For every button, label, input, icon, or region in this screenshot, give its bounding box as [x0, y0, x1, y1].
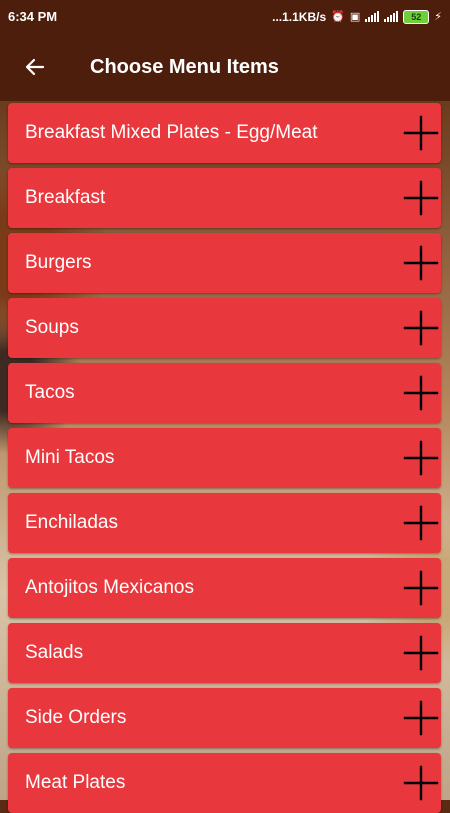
menu-category-label: Tacos [25, 382, 75, 403]
signal-4g-icon [365, 11, 380, 22]
menu-category-item[interactable]: Burgers [8, 233, 441, 293]
menu-category-item[interactable]: Breakfast [8, 168, 441, 228]
signal-icon [384, 11, 399, 22]
arrow-left-icon [25, 58, 45, 76]
menu-category-item[interactable]: Breakfast Mixed Plates - Egg/Meat [8, 103, 441, 163]
menu-category-item[interactable]: Salads [8, 623, 441, 683]
menu-category-item[interactable]: Side Orders [8, 688, 441, 748]
menu-category-label: Breakfast Mixed Plates - Egg/Meat [25, 122, 318, 143]
menu-list: Breakfast Mixed Plates - Egg/Meat Breakfa… [8, 103, 441, 813]
menu-category-label: Breakfast [25, 187, 106, 208]
alarm-icon: ⏰ [331, 11, 345, 23]
plus-icon[interactable] [403, 245, 439, 281]
menu-category-label: Salads [25, 642, 84, 663]
status-bar: 6:34 PM ...1.1KB/s ⏰ ▣ 52 ⚡ [0, 0, 450, 33]
back-button[interactable] [0, 33, 70, 101]
menu-category-label: Antojitos Mexicanos [25, 577, 194, 598]
menu-category-label: Mini Tacos [25, 447, 115, 468]
plus-icon[interactable] [403, 180, 439, 216]
network-speed: ...1.1KB/s [272, 9, 327, 24]
menu-category-item[interactable]: Meat Plates [8, 753, 441, 813]
menu-category-item[interactable]: Soups [8, 298, 441, 358]
menu-category-item[interactable]: Enchiladas [8, 493, 441, 553]
plus-icon[interactable] [403, 115, 439, 151]
plus-icon[interactable] [403, 570, 439, 606]
menu-category-label: Enchiladas [25, 512, 118, 533]
volte-icon: ▣ [349, 11, 361, 23]
menu-category-label: Soups [25, 317, 79, 338]
plus-icon[interactable] [403, 635, 439, 671]
menu-category-label: Meat Plates [25, 772, 126, 793]
plus-icon[interactable] [403, 505, 439, 541]
plus-icon[interactable] [403, 765, 439, 801]
battery-icon: 52 [403, 9, 430, 24]
plus-icon[interactable] [403, 700, 439, 736]
menu-category-label: Side Orders [25, 707, 127, 728]
status-icons: ...1.1KB/s ⏰ ▣ 52 ⚡ [272, 9, 442, 24]
app-bar: Choose Menu Items [0, 33, 450, 101]
menu-category-item[interactable]: Antojitos Mexicanos [8, 558, 441, 618]
page-title: Choose Menu Items [90, 55, 279, 78]
charging-icon: ⚡ [434, 11, 442, 23]
plus-icon[interactable] [403, 310, 439, 346]
plus-icon[interactable] [403, 375, 439, 411]
menu-category-label: Burgers [25, 252, 92, 273]
status-time: 6:34 PM [8, 9, 58, 24]
menu-category-item[interactable]: Tacos [8, 363, 441, 423]
menu-category-item[interactable]: Mini Tacos [8, 428, 441, 488]
plus-icon[interactable] [403, 440, 439, 476]
